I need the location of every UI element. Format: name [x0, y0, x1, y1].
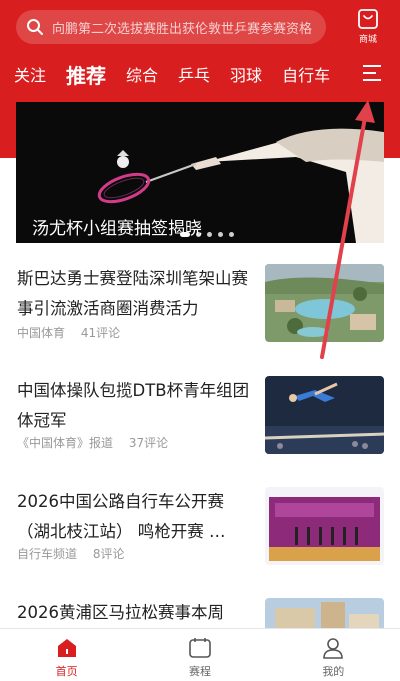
home-icon [57, 639, 76, 657]
park-icon [265, 264, 384, 342]
carousel-indicator [180, 232, 240, 237]
news-title: 2026中国公路自行车公开赛（湖北枝江站） 鸣枪开赛 … [17, 492, 226, 541]
news-meta: 《中国体育》报道 37评论 [17, 434, 180, 451]
tab-follow[interactable]: 关注 [14, 62, 46, 86]
news-thumbnail [265, 487, 384, 565]
carousel-dot [180, 232, 190, 237]
nav-profile[interactable]: 我的 [267, 629, 400, 681]
carousel-dot [207, 232, 212, 237]
tab-table-tennis[interactable]: 乒乓 [178, 62, 210, 86]
mall-label: 商城 [358, 35, 377, 45]
news-item[interactable]: 2026中国公路自行车公开赛（湖北枝江站） 鸣枪开赛 … 自行车频道 8评论 [0, 487, 400, 597]
tab-general[interactable]: 综合 [126, 62, 158, 86]
bottom-navigation: 首页 赛程 我的 [0, 629, 400, 681]
category-tabs: 关注 推荐 综合 乒乓 羽球 自行车 [14, 58, 350, 90]
news-source: 自行车频道 [17, 547, 78, 561]
news-comments: 41评论 [80, 326, 121, 340]
news-title: 中国体操队包揽DTB杯青年组团体冠军 [17, 381, 250, 430]
tab-cycling[interactable]: 自行车 [282, 62, 330, 86]
news-comments: 8评论 [92, 547, 125, 561]
search-bar[interactable]: 向鹏第二次选拔赛胜出获伦敦世乒赛参赛资格 [16, 10, 326, 44]
news-item[interactable]: 中国体操队包揽DTB杯青年组团体冠军 《中国体育》报道 37评论 [0, 376, 400, 486]
carousel-dot [196, 232, 201, 237]
nav-home-label: 首页 [55, 665, 78, 678]
carousel-dot [229, 232, 234, 237]
search-icon [27, 19, 43, 35]
news-thumbnail [265, 376, 384, 454]
news-thumbnail [265, 264, 384, 342]
gymnast-icon [265, 376, 384, 454]
user-icon [323, 638, 344, 659]
news-meta: 自行车频道 8评论 [17, 545, 136, 562]
mall-button[interactable]: 商城 [350, 8, 386, 48]
nav-profile-label: 我的 [322, 665, 345, 678]
news-source: 中国体育 [17, 326, 66, 340]
shopping-bag-icon [358, 9, 378, 29]
calendar-icon [189, 638, 211, 658]
nav-schedule[interactable]: 赛程 [133, 629, 266, 681]
menu-icon[interactable] [362, 64, 382, 82]
tab-recommend[interactable]: 推荐 [66, 60, 106, 89]
tab-badminton[interactable]: 羽球 [230, 62, 262, 86]
news-title: 斯巴达勇士赛登陆深圳笔架山赛事引流激活商圈消费活力 [17, 269, 248, 318]
banner-carousel[interactable]: 汤尤杯小组赛抽签揭晓 [16, 102, 384, 243]
stage-icon [265, 487, 384, 565]
news-source: 《中国体育》报道 [17, 436, 114, 450]
nav-schedule-label: 赛程 [188, 665, 211, 678]
nav-home[interactable]: 首页 [0, 629, 133, 681]
carousel-dot [218, 232, 223, 237]
search-placeholder: 向鹏第二次选拔赛胜出获伦敦世乒赛参赛资格 [52, 21, 313, 37]
banner-caption: 汤尤杯小组赛抽签揭晓 [32, 219, 202, 239]
news-item[interactable]: 斯巴达勇士赛登陆深圳笔架山赛事引流激活商圈消费活力 中国体育 41评论 [0, 264, 400, 374]
news-title: 2026黄浦区马拉松赛事本周 [17, 603, 224, 622]
news-comments: 37评论 [128, 436, 169, 450]
news-meta: 中国体育 41评论 [17, 324, 132, 341]
